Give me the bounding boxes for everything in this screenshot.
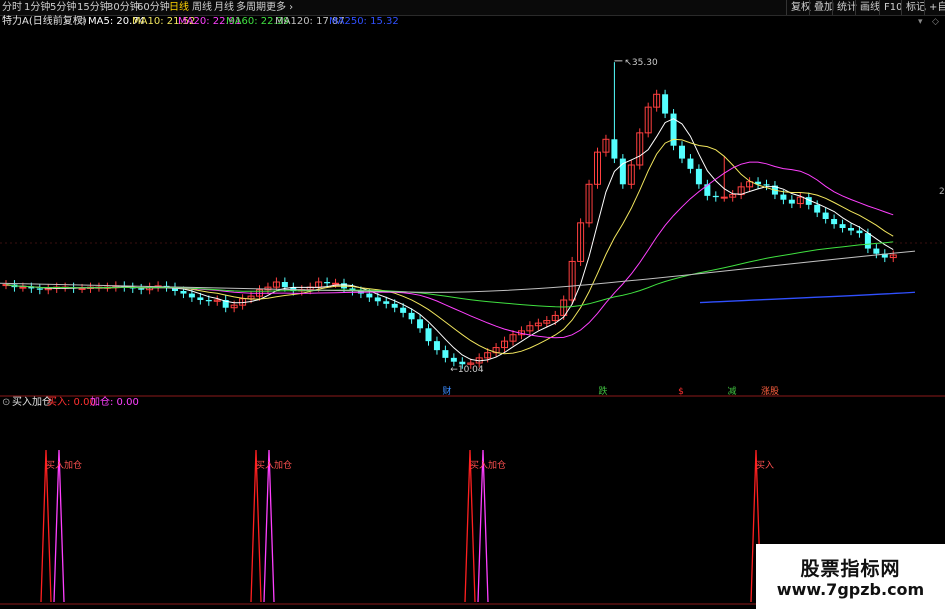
candle-body <box>864 233 871 249</box>
candle-body <box>374 297 381 302</box>
candle-body <box>763 184 770 186</box>
add-signal-spike <box>263 449 275 603</box>
kline-chart[interactable]: ↖35.30←10.04财跌 $ 减涨股2买入加仓 买入加仓 买入加仓 买入 <box>0 0 945 609</box>
signal-label: 买入加仓 <box>470 459 506 471</box>
signal-label: 买入加仓 <box>46 459 82 471</box>
candle-body <box>459 361 466 365</box>
low-price-label: ←10.04 <box>450 365 484 375</box>
candle-body <box>831 219 838 225</box>
candle-body <box>205 300 212 302</box>
candle-body <box>611 139 618 159</box>
ma5-line <box>5 118 894 362</box>
candle-body <box>780 194 787 200</box>
candle-body <box>281 282 288 288</box>
candle-body <box>822 212 829 219</box>
candle-body <box>788 199 795 204</box>
candle-body <box>433 341 440 351</box>
ma250-line <box>699 291 916 304</box>
indicator-name: 买入加仓 <box>12 397 52 408</box>
candle-body <box>873 248 880 254</box>
candle-body <box>324 282 331 284</box>
watermark-title: 股票指标网 <box>800 558 901 580</box>
candle-body <box>408 312 415 320</box>
candle-body <box>197 297 204 300</box>
candle-body <box>442 350 449 358</box>
candle-body <box>856 230 863 234</box>
candle-body <box>687 158 694 169</box>
candle-body <box>36 288 43 290</box>
candle-body <box>366 293 373 298</box>
candle-body <box>704 184 711 196</box>
candle-body <box>188 293 195 298</box>
candle-body <box>400 307 407 313</box>
indicator-settings-icon[interactable]: ⊙ <box>2 396 10 410</box>
ma120-line <box>0 250 916 293</box>
add-signal-spike <box>477 449 489 603</box>
candle-body <box>332 282 340 285</box>
candle-body <box>19 286 27 289</box>
signal-label: 买入 <box>756 460 774 471</box>
candle-body <box>848 228 854 231</box>
candle-body <box>425 328 432 342</box>
candle-body <box>450 357 457 362</box>
buy-value-label: 买入: 0.00 <box>47 397 96 408</box>
right-axis-label: 2 <box>939 187 945 197</box>
candle-body <box>417 319 424 329</box>
signal-label: 买入加仓 <box>256 459 292 471</box>
candle-body <box>138 288 145 290</box>
candle-body <box>679 145 685 159</box>
candle-body <box>391 303 398 308</box>
high-price-label: ↖35.30 <box>624 58 658 68</box>
watermark-logo: 股票指标网 www.7gpzb.com <box>756 544 945 609</box>
candle-body <box>383 301 390 304</box>
watermark-url: www.7gpzb.com <box>776 580 925 599</box>
candle-body <box>839 224 846 228</box>
candle-body <box>662 94 669 114</box>
candle-body <box>78 287 86 290</box>
candle-body <box>814 204 821 213</box>
indicator-legend: ⊙ 买入加仓 买入: 0.00 加仓: 0.00 <box>0 396 945 410</box>
add-signal-spike <box>53 449 65 603</box>
ma10-line <box>5 138 894 355</box>
candle-body <box>712 195 719 198</box>
buy-signal-spike <box>464 449 476 603</box>
candle-body <box>695 168 702 185</box>
add-value-label: 加仓: 0.00 <box>90 397 139 408</box>
candle-body <box>720 196 728 199</box>
ma60-line <box>5 241 894 308</box>
buy-signal-spike <box>250 449 262 603</box>
candle-body <box>180 291 187 294</box>
buy-signal-spike <box>40 449 52 603</box>
